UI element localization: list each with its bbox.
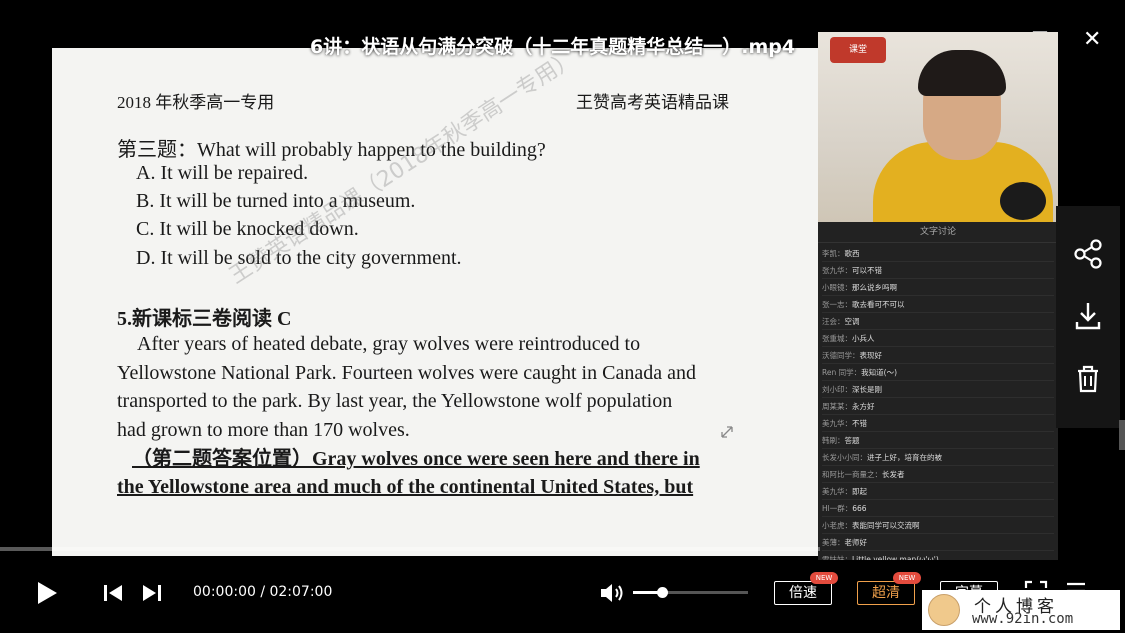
chat-message: 李凯：歌西 — [822, 246, 1054, 262]
chat-message: 美九华：即起 — [822, 484, 1054, 500]
answer-line: （第二题答案位置）Gray wolves once were seen here… — [132, 448, 700, 470]
chat-username: 张一志： — [822, 300, 852, 309]
chat-message: 汪会：空调 — [822, 314, 1054, 330]
chat-text: 666 — [852, 504, 867, 513]
chat-message: 长发小小同：进子上好，培育在的被 — [822, 450, 1054, 466]
chat-message: 张重城：小兵人 — [822, 331, 1054, 347]
chat-username: 美九华： — [822, 487, 852, 496]
chat-message: 张九华：可以不错 — [822, 263, 1054, 279]
chat-username: 和阿比一商量之： — [822, 470, 882, 479]
side-toolbar — [1056, 206, 1120, 428]
paragraph-line: transported to the park. By last year, t… — [117, 390, 673, 412]
question-text: 第三题：What will probably happen to the bui… — [117, 139, 546, 161]
chat-text: 不错 — [852, 419, 867, 428]
chat-message: 沃德同学：表现好 — [822, 348, 1054, 364]
chat-username: 小眼镜： — [822, 283, 852, 292]
chat-text: 可以不错 — [852, 266, 882, 275]
chat-text: 深长是刚 — [852, 385, 882, 394]
chat-message: 美薄：老师好 — [822, 535, 1054, 551]
volume-knob[interactable] — [656, 587, 668, 598]
chat-username: 李凯： — [822, 249, 845, 258]
chat-username: 张九华： — [822, 266, 852, 275]
site-url: www.92in.com — [972, 611, 1074, 627]
paragraph-line: Yellowstone National Park. Fourteen wolv… — [117, 362, 696, 384]
chat-text: 答题 — [844, 436, 860, 445]
chat-username: 长发小小同： — [822, 453, 867, 462]
play-icon[interactable] — [34, 580, 60, 606]
next-icon[interactable] — [141, 583, 163, 603]
option-a: A. It will be repaired. — [136, 162, 309, 184]
new-badge: NEW — [810, 572, 838, 584]
speed-button[interactable]: 倍速 — [774, 581, 832, 605]
chat-message: 美九华：不错 — [822, 416, 1054, 432]
doc-header-left: 2018 年秋季高一专用 — [117, 93, 275, 112]
video-frame-document: 2018 年秋季高一专用 王赞高考英语精品课 第三题：What will pro… — [52, 48, 819, 556]
volume-slider[interactable] — [633, 587, 748, 598]
close-button[interactable]: ✕ — [1083, 27, 1101, 52]
time-display: 00:00:00 / 02:07:00 — [193, 584, 333, 600]
chat-text: 我知道(～) — [861, 368, 897, 377]
site-watermark: 个人博客 www.92in.com — [922, 590, 1120, 630]
chat-text: 表能同学可以交流啊 — [852, 521, 920, 530]
chat-username: Ren 同学： — [822, 368, 862, 377]
chat-username: 韩刷： — [822, 436, 845, 445]
chat-text: 歌去看可不可以 — [852, 300, 905, 309]
paragraph-line: had grown to more than 170 wolves. — [117, 419, 410, 441]
scrollbar[interactable] — [1119, 420, 1125, 450]
chat-text: 那么说乡吗啊 — [852, 283, 897, 292]
chat-username: 小老虎： — [822, 521, 852, 530]
paragraph-line: After years of heated debate, gray wolve… — [137, 333, 641, 355]
chat-message: Hl一群：666 — [822, 501, 1054, 517]
video-title: 6讲：状语从句满分突破（十二年真题精华总结一）.mp4 — [310, 36, 796, 58]
volume-icon[interactable] — [598, 580, 626, 606]
doc-header-right: 王赞高考英语精品课 — [576, 93, 729, 112]
chat-message: 和阿比一商量之：长发者 — [822, 467, 1054, 483]
chat-panel[interactable]: 文字讨论 李凯：歌西 张九华：可以不错 小眼镜：那么说乡吗啊 张一志：歌去看可不可以汪… — [818, 222, 1058, 578]
cursor-icon — [721, 426, 733, 438]
chat-message: 刘小印：深长是刚 — [822, 382, 1054, 398]
chat-username: 美薄： — [822, 538, 845, 547]
teacher-hair — [918, 50, 1006, 96]
answer-line: the Yellowstone area and much of the con… — [117, 476, 694, 498]
trash-icon[interactable] — [1070, 361, 1106, 397]
previous-icon[interactable] — [102, 583, 124, 603]
chat-message: 张一志：歌去看可不可以 — [822, 297, 1054, 313]
chat-text: 表现好 — [859, 351, 883, 360]
mascot-icon — [928, 594, 960, 626]
chat-text: 进子上好，培育在的被 — [867, 453, 942, 462]
chat-message: 周某某：永方好 — [822, 399, 1054, 415]
chat-message: 韩刷：答题 — [822, 433, 1054, 449]
chat-username: 美九华： — [822, 419, 852, 428]
chat-text: 长发者 — [882, 470, 905, 479]
teacher-webcam: 课堂 — [818, 32, 1058, 222]
chat-username: Hl一群： — [822, 504, 853, 513]
quality-button[interactable]: 超清 — [857, 581, 915, 605]
chat-message: Ren 同学：我知道(～) — [822, 365, 1054, 381]
channel-logo: 课堂 — [830, 37, 886, 63]
chat-username: 张重城： — [822, 334, 852, 343]
new-badge: NEW — [893, 572, 921, 584]
chat-username: 沃德同学： — [822, 351, 860, 360]
chat-text: 即起 — [852, 487, 867, 496]
chat-username: 刘小印： — [822, 385, 852, 394]
chat-text: 永方好 — [852, 402, 875, 411]
chat-text: 老师好 — [844, 538, 868, 547]
chat-text: 小兵人 — [852, 334, 875, 343]
chat-username: 汪会： — [822, 317, 845, 326]
progress-bar[interactable] — [0, 547, 820, 551]
download-icon[interactable] — [1070, 298, 1106, 334]
chat-header: 文字讨论 — [818, 222, 1058, 243]
chat-text: 空调 — [844, 317, 860, 326]
chat-text: 歌西 — [844, 249, 860, 258]
chat-message: 小老虎：表能同学可以交流啊 — [822, 518, 1054, 534]
chat-message: 小眼镜：那么说乡吗啊 — [822, 280, 1054, 296]
chat-username: 周某某： — [822, 402, 852, 411]
microphone — [1000, 182, 1046, 220]
section-title: 5.新课标三卷阅读 C — [117, 308, 292, 330]
share-icon[interactable] — [1070, 236, 1106, 272]
